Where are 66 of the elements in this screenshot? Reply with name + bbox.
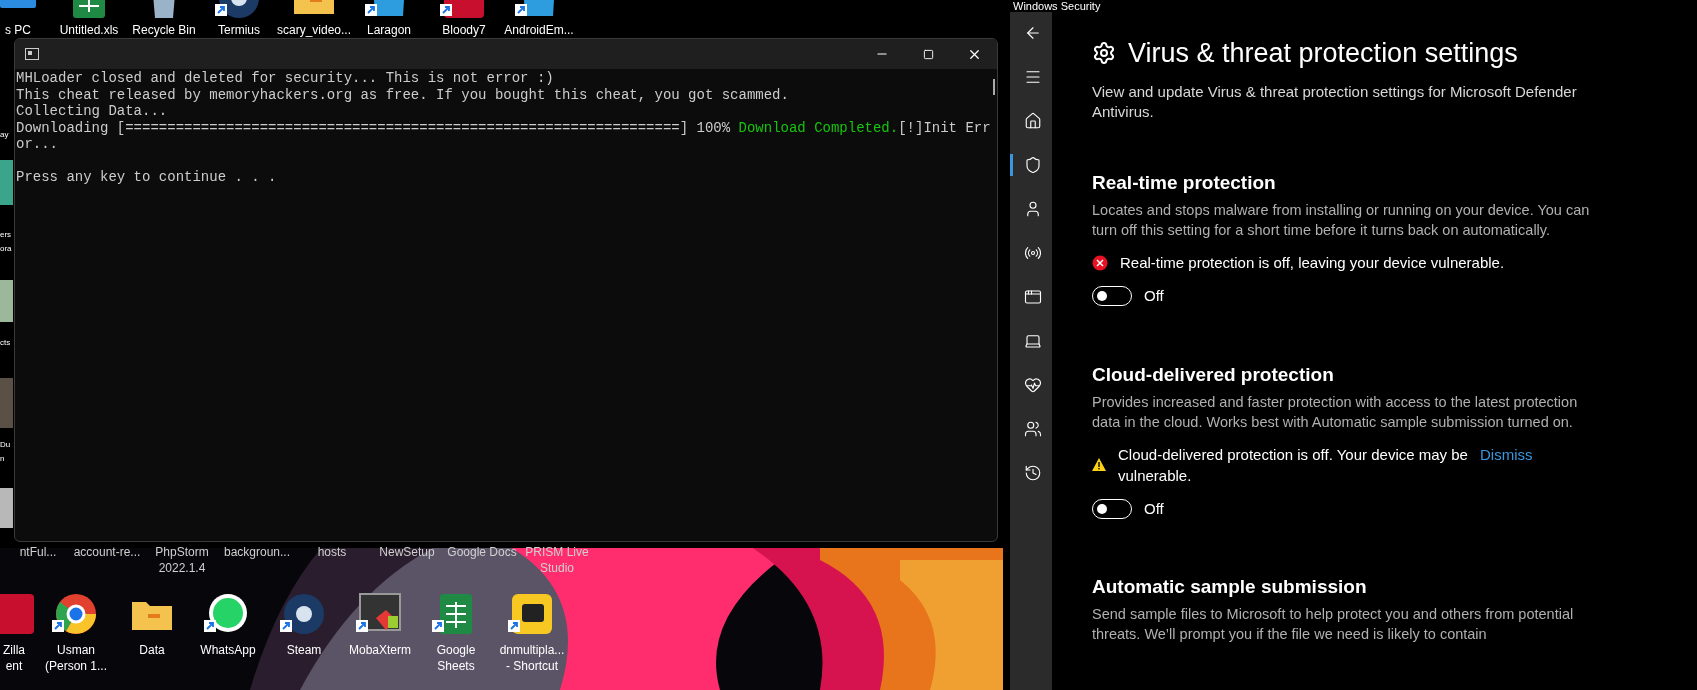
people-icon[interactable]	[1023, 420, 1042, 438]
desktop-icon-label: Recycle Bin	[132, 22, 196, 38]
section-description: Provides increased and faster protection with access to the latest protection data in the cloud. Works best with Automatic sample submission turned on.	[1092, 392, 1579, 432]
desktop-icon-label: ora	[0, 244, 12, 254]
desktop-icon-label: ers	[0, 230, 12, 240]
desktop-icon-label: Usman	[57, 642, 95, 658]
shield-icon[interactable]	[1023, 156, 1042, 174]
desktop-icon-label: hosts	[317, 544, 347, 560]
alert-message: Cloud-delivered protection is off. Your device may be vulnerable.	[1118, 444, 1468, 486]
console-output: MHLoader closed and deleted for security... This is not error :) This cheat released by memoryhackers.org as free. If you bought this cheat, you got scammed. Collecting Data... Downloading [==================================================================] 100% Download Completed.[!]Init Err or... Press any key to continue . . .	[16, 70, 991, 186]
heart-pulse-icon[interactable]	[1023, 376, 1042, 394]
desktop-icon-label: Steam	[286, 642, 322, 658]
desktop-icon-label: ay	[0, 130, 9, 140]
page-title: Virus & threat protection settings	[1128, 37, 1518, 70]
menu-icon[interactable]	[1023, 68, 1042, 86]
toggle-label: Off	[1144, 498, 1164, 519]
desktop-icon-label: Google Docs	[447, 544, 517, 560]
desktop-icon-label: s PC	[5, 22, 31, 38]
window-title: Windows Security	[1012, 0, 1102, 12]
section-heading: Real-time protection	[1092, 171, 1277, 195]
desktop-icon-label: Termius	[218, 22, 260, 38]
desktop-icon-label: NewSetup	[379, 544, 435, 560]
window-icon[interactable]	[1023, 288, 1042, 306]
desktop-icon-label: 2022.1.4	[158, 560, 206, 576]
desktop-icon-label: dnmultipla...	[499, 642, 565, 658]
section-description: Send sample files to Microsoft to help protect you and others from potential threats. We’ll prompt you if the file we need is likely to contain	[1092, 605, 1575, 644]
warning-icon	[1092, 458, 1106, 471]
desktop-icon-label: - Shortcut	[506, 658, 558, 674]
desktop-icon-label: MobaXterm	[349, 642, 411, 658]
home-icon[interactable]	[1023, 112, 1042, 130]
alert-message: Real-time protection is off, leaving your device vulnerable.	[1120, 253, 1505, 273]
desktop-icon-label: Laragon	[366, 22, 411, 38]
desktop-icon-label: Bloody7	[442, 22, 486, 38]
desktop-icon-label: Du	[0, 440, 11, 450]
desktop-icon-label: Google	[436, 642, 476, 658]
page-description: View and update Virus & threat protection settings for Microsoft Defender Antivirus.	[1092, 82, 1578, 122]
laptop-icon[interactable]	[1023, 332, 1042, 350]
desktop-icon-label: (Person 1...	[45, 658, 107, 674]
desktop-icon-label: AndroidEm...	[504, 22, 574, 38]
desktop-icon-label: PRISM Live	[525, 544, 589, 560]
desktop-icon-label: account-re...	[73, 544, 141, 560]
desktop-icon-label: backgroun...	[223, 544, 290, 560]
dismiss-link[interactable]: Dismiss	[1480, 443, 1533, 466]
desktop-icon-label: PhpStorm	[155, 544, 209, 560]
gears-icon	[1092, 41, 1116, 65]
maximize-icon	[922, 48, 934, 60]
history-icon[interactable]	[1023, 464, 1042, 482]
desktop-icon-label: Data	[139, 642, 165, 658]
desktop-icon-label: WhatsApp	[200, 642, 256, 658]
desktop-icon-label: Zilla	[3, 642, 25, 658]
section-description: Locates and stops malware from installing or running on your device. You can turn off this setting for a short time before it turns back on automatically.	[1092, 201, 1591, 240]
desktop-icon-label: ntFul...	[19, 544, 57, 560]
error-icon	[1092, 254, 1108, 271]
desktop-icon-label: scary_video...	[276, 22, 351, 38]
section-heading: Automatic sample submission	[1092, 575, 1368, 599]
desktop-icon-label: Untitled.xls	[59, 22, 119, 38]
desktop-icon-label: Studio	[540, 560, 574, 576]
section-heading: Cloud-delivered protection	[1092, 362, 1335, 387]
desktop-icon-label: Sheets	[437, 658, 475, 674]
console-icon	[25, 48, 39, 60]
desktop-icon-label: ent	[5, 658, 23, 674]
toggle-label: Off	[1144, 286, 1164, 306]
desktop-icon-label: cts	[0, 338, 11, 348]
antenna-icon[interactable]	[1023, 244, 1042, 262]
scrollbar-thumb[interactable]	[992, 79, 995, 95]
desktop-icon-label: n	[0, 454, 5, 464]
